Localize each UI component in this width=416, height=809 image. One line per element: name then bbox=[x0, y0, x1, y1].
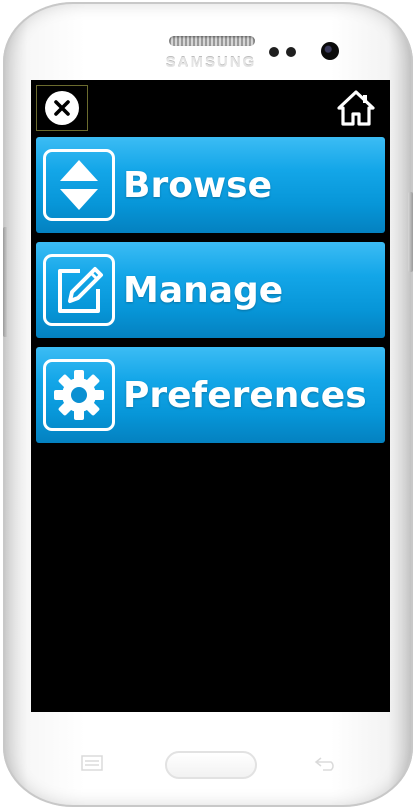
back-icon bbox=[314, 757, 334, 771]
earpiece-speaker bbox=[169, 36, 255, 46]
hardware-home-key[interactable] bbox=[165, 751, 257, 779]
preferences-label: Preferences bbox=[123, 374, 367, 416]
power-key bbox=[408, 192, 413, 272]
manage-button[interactable]: Manage bbox=[36, 242, 385, 338]
screen: Browse Manage Preferences bbox=[31, 80, 390, 712]
menu-key[interactable] bbox=[79, 754, 105, 772]
menu-icon bbox=[81, 755, 103, 771]
gear-icon bbox=[43, 359, 115, 431]
edit-pencil-icon bbox=[43, 254, 115, 326]
home-icon bbox=[337, 90, 375, 126]
proximity-sensor bbox=[269, 47, 279, 57]
close-icon bbox=[45, 91, 79, 125]
manage-label: Manage bbox=[123, 269, 284, 311]
light-sensor bbox=[286, 47, 296, 57]
up-down-arrows-icon bbox=[43, 149, 115, 221]
brand-logo: SAMSUNG bbox=[165, 54, 257, 71]
back-key[interactable] bbox=[313, 754, 339, 772]
phone-frame: SAMSUNG Browse Manage Preferences bbox=[3, 2, 413, 807]
browse-label: Browse bbox=[123, 164, 273, 206]
preferences-button[interactable]: Preferences bbox=[36, 347, 385, 443]
browse-button[interactable]: Browse bbox=[36, 137, 385, 233]
close-button[interactable] bbox=[36, 85, 88, 131]
front-camera bbox=[321, 42, 339, 60]
volume-key bbox=[3, 227, 8, 337]
home-button[interactable] bbox=[336, 89, 376, 127]
